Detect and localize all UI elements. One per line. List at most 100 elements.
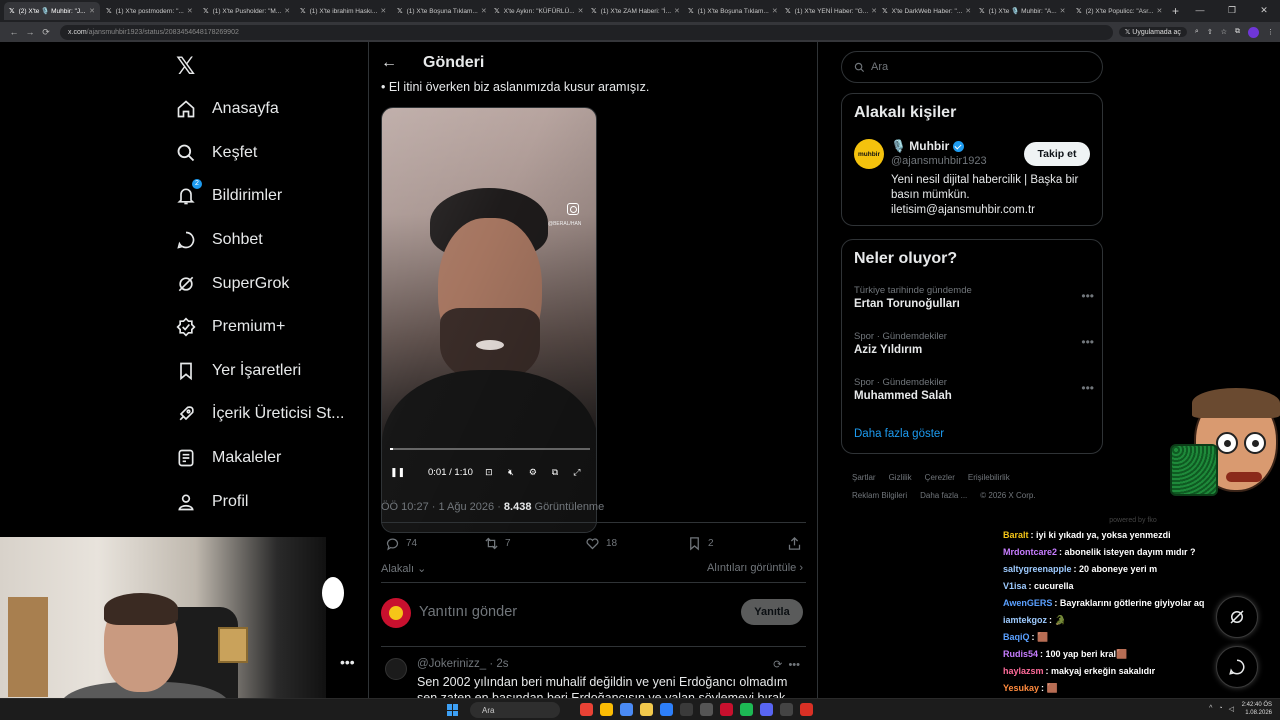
footer-link[interactable]: Gizlilik [889,473,912,482]
taskbar-app-icon[interactable] [580,703,593,716]
video-progress-bar[interactable] [390,448,590,450]
footer-link[interactable]: Daha fazla ... [920,491,967,500]
sidebar-item-notifications[interactable]: 2 Bildirimler [176,179,282,210]
share-icon[interactable]: ⇧ [1207,28,1213,36]
pip-icon[interactable]: ⧉ [549,467,561,478]
browser-tab[interactable]: 𝕏 X'te Aykırı: "KÜFÜRLÜ... ✕ [489,2,585,20]
taskbar-app-icon[interactable] [720,703,733,716]
reply-input[interactable]: Yanıtını gönder [419,604,517,620]
sidebar-item-supergrok[interactable]: SuperGrok [176,270,289,298]
view-quotes-link[interactable]: Alıntıları görüntüle › [707,562,803,574]
grok-float-button[interactable] [1216,596,1258,638]
browser-tab[interactable]: 𝕏 (1) X'te ZAM Haberi: "İ... ✕ [586,2,682,20]
footer-link[interactable]: Şartlar [852,473,876,482]
search-input[interactable]: Ara [841,51,1103,83]
menu-icon[interactable]: ⋮ [1267,28,1274,36]
sidebar-item-premium[interactable]: Premium+ [176,313,285,341]
minimize-icon[interactable]: — [1184,0,1216,22]
profile-avatar[interactable] [1248,26,1259,38]
browser-tab[interactable]: 𝕏 (1) X'te Boşuna Tıklam... ✕ [683,2,779,20]
taskbar-app-icon[interactable] [660,703,673,716]
sort-dropdown[interactable]: Alakalı ⌄ [381,562,426,575]
sidebar-item-articles[interactable]: Makaleler [176,444,281,472]
reload-icon[interactable]: ⟳ [38,27,54,38]
star-icon[interactable]: ☆ [1221,28,1227,36]
sidebar-item-explore[interactable]: Keşfet [176,139,257,167]
pause-icon[interactable]: ❚❚ [390,467,405,478]
close-tab-icon[interactable]: ✕ [962,7,971,15]
back-nav-icon[interactable]: ← [6,27,22,37]
like-action[interactable]: 18 [585,536,617,551]
follow-button[interactable]: Takip et [1024,142,1090,166]
close-tab-icon[interactable]: ✕ [377,7,386,15]
browser-tab[interactable]: 𝕏 (2) X'te Populicc: "Asr... ✕ [1071,2,1167,20]
browser-tab[interactable]: 𝕏 (1) X'te postmodern: "... ✕ [101,2,197,20]
footer-link[interactable]: Reklam Bilgileri [852,491,907,500]
close-tab-icon[interactable]: ✕ [184,7,193,15]
trend-more-icon[interactable]: ••• [1081,335,1094,349]
close-tab-icon[interactable]: ✕ [1154,7,1163,15]
extensions-icon[interactable]: ⧉ [1235,28,1240,36]
reply-more-icon[interactable]: ⟳ ••• [773,658,800,671]
close-tab-icon[interactable]: ✕ [1057,7,1066,15]
browser-tab[interactable]: 𝕏 (1) X'te Boşuna Tıklam... ✕ [392,2,488,20]
taskbar-app-icon[interactable] [780,703,793,716]
settings-gear-icon[interactable]: ⚙︎ [527,467,539,478]
trend-item[interactable]: Spor · Gündemdekiler Muhammed Salah ••• [854,377,1094,402]
taskbar-app-icon[interactable] [760,703,773,716]
trend-more-icon[interactable]: ••• [1081,289,1094,303]
zoom-icon[interactable]: ⌕ [1195,28,1199,36]
taskbar-app-icon[interactable] [640,703,653,716]
more-options-icon[interactable]: ••• [340,654,355,670]
open-in-app-button[interactable]: 𝕏 Uygulamada aç [1118,27,1187,37]
sidebar-item-profile[interactable]: Profil [176,488,248,516]
taskbar-app-icon[interactable] [680,703,693,716]
new-tab-button[interactable]: + [1172,4,1179,18]
browser-tab[interactable]: 𝕏 (1) X'te YENİ Haber: "G... ✕ [780,2,876,20]
account-handle[interactable]: @ajansmuhbir1923 [891,155,987,167]
account-name[interactable]: 🎙️ Muhbir [891,139,965,153]
browser-tab[interactable]: 𝕏 (2) X'te 🎙️ Muhbir: "J... ✕ [4,2,100,20]
sidebar-item-home[interactable]: Anasayfa [176,95,279,123]
close-tab-icon[interactable]: ✕ [671,7,680,15]
close-tab-icon[interactable]: ✕ [478,7,487,15]
share-action[interactable] [787,536,808,551]
taskbar-app-icon[interactable] [700,703,713,716]
repost-action[interactable]: 7 [484,536,511,551]
trend-item[interactable]: Spor · Gündemdekiler Aziz Yıldırım ••• [854,331,1094,356]
fullscreen-icon[interactable]: ⤢ [571,467,583,478]
close-tab-icon[interactable]: ✕ [281,7,290,15]
taskbar-clock[interactable]: 2:42:40 ÖS 1.08.2026 [1242,701,1272,717]
reply-avatar[interactable] [385,658,407,680]
taskbar-app-icon[interactable] [740,703,753,716]
sidebar-item-bookmarks[interactable]: Yer İşaretleri [176,357,301,385]
account-avatar[interactable]: muhbir [854,139,884,169]
maximize-icon[interactable]: ❐ [1216,0,1248,22]
forward-nav-icon[interactable]: → [22,27,38,37]
windows-start-icon[interactable] [447,704,459,716]
wifi-icon[interactable]: ◔ [1218,705,1222,713]
taskbar-app-icon[interactable] [800,703,813,716]
taskbar-app-icon[interactable] [620,703,633,716]
mute-icon[interactable]: 🔇︎ [505,467,517,478]
close-tab-icon[interactable]: ✕ [575,7,584,15]
volume-icon[interactable]: ◁ [1229,705,1234,713]
sidebar-item-creator-studio[interactable]: İçerik Üreticisi St... [176,400,344,428]
taskbar-search[interactable]: Ara [470,702,560,718]
footer-link[interactable]: Çerezler [925,473,955,482]
sidebar-item-chat[interactable]: Sohbet [176,226,263,254]
trend-more-icon[interactable]: ••• [1081,381,1094,395]
browser-tab[interactable]: 𝕏 (1) X'te ibrahim Haskı... ✕ [295,2,391,20]
back-arrow-icon[interactable]: ← [381,54,401,72]
taskbar-app-icon[interactable] [600,703,613,716]
reply-action[interactable]: 74 [385,536,417,551]
close-tab-icon[interactable]: ✕ [868,7,876,15]
tray-chevron-icon[interactable]: ^ [1209,705,1212,713]
video-player[interactable]: @BERAL/HAN ❚❚ 0:01 / 1:10 ⊡ 🔇︎ ⚙︎ ⧉ ⤢ [381,107,597,533]
browser-tab[interactable]: 𝕏 (1) X'te 🎙️ Muhbir: "A... ✕ [974,2,1070,20]
browser-tab[interactable]: 𝕏 (1) X'te Pusholder: "M... ✕ [198,2,294,20]
reply-button[interactable]: Yanıtla [741,599,803,625]
trend-item[interactable]: Türkiye tarihinde gündemde Ertan Torunoğ… [854,285,1094,310]
close-window-icon[interactable]: ✕ [1248,0,1280,22]
captions-icon[interactable]: ⊡ [483,467,495,478]
